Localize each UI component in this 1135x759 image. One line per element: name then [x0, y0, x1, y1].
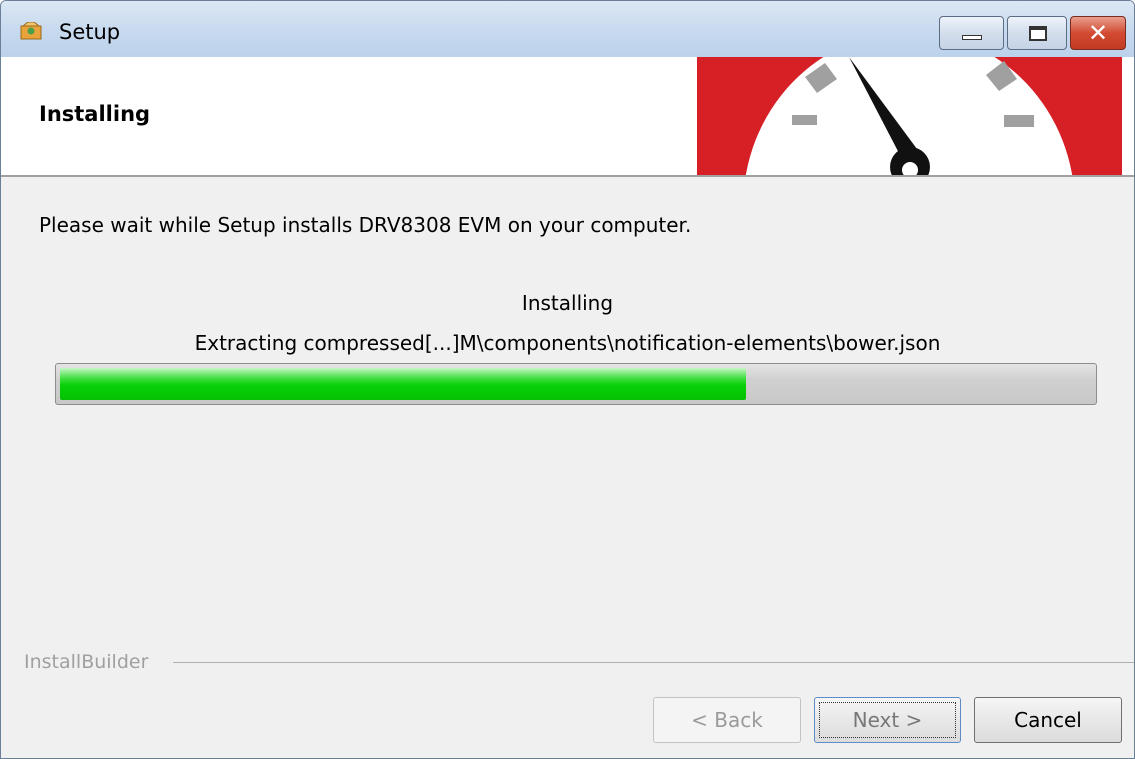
minimize-button[interactable]: [939, 16, 1004, 50]
title-bar[interactable]: Setup ✕: [1, 1, 1134, 57]
setup-window: Setup ✕ Installing Please wait while Set…: [0, 0, 1135, 759]
page-title: Installing: [39, 102, 151, 126]
gauge-logo-icon: [697, 57, 1122, 175]
status-detail: Extracting compressed[...]M\components\n…: [194, 331, 941, 355]
window-title: Setup: [59, 20, 121, 44]
maximize-icon: [1029, 26, 1047, 41]
focus-rectangle: [819, 702, 956, 738]
page-header: Installing: [1, 57, 1134, 177]
close-button[interactable]: ✕: [1070, 16, 1126, 50]
back-button[interactable]: < Back: [653, 697, 801, 743]
status-title: Installing: [521, 291, 614, 315]
close-icon: ✕: [1087, 19, 1109, 47]
maximize-button[interactable]: [1007, 16, 1067, 50]
install-progress-bar: [55, 363, 1097, 405]
next-button[interactable]: Next >: [814, 697, 961, 743]
installbuilder-label: InstallBuilder: [24, 651, 149, 673]
intro-text: Please wait while Setup installs DRV8308…: [39, 213, 692, 237]
cancel-button[interactable]: Cancel: [974, 697, 1122, 743]
minimize-icon: [962, 35, 982, 40]
setup-app-icon: [20, 22, 42, 40]
footer-divider: [173, 662, 1134, 663]
progress-fill: [60, 368, 746, 400]
